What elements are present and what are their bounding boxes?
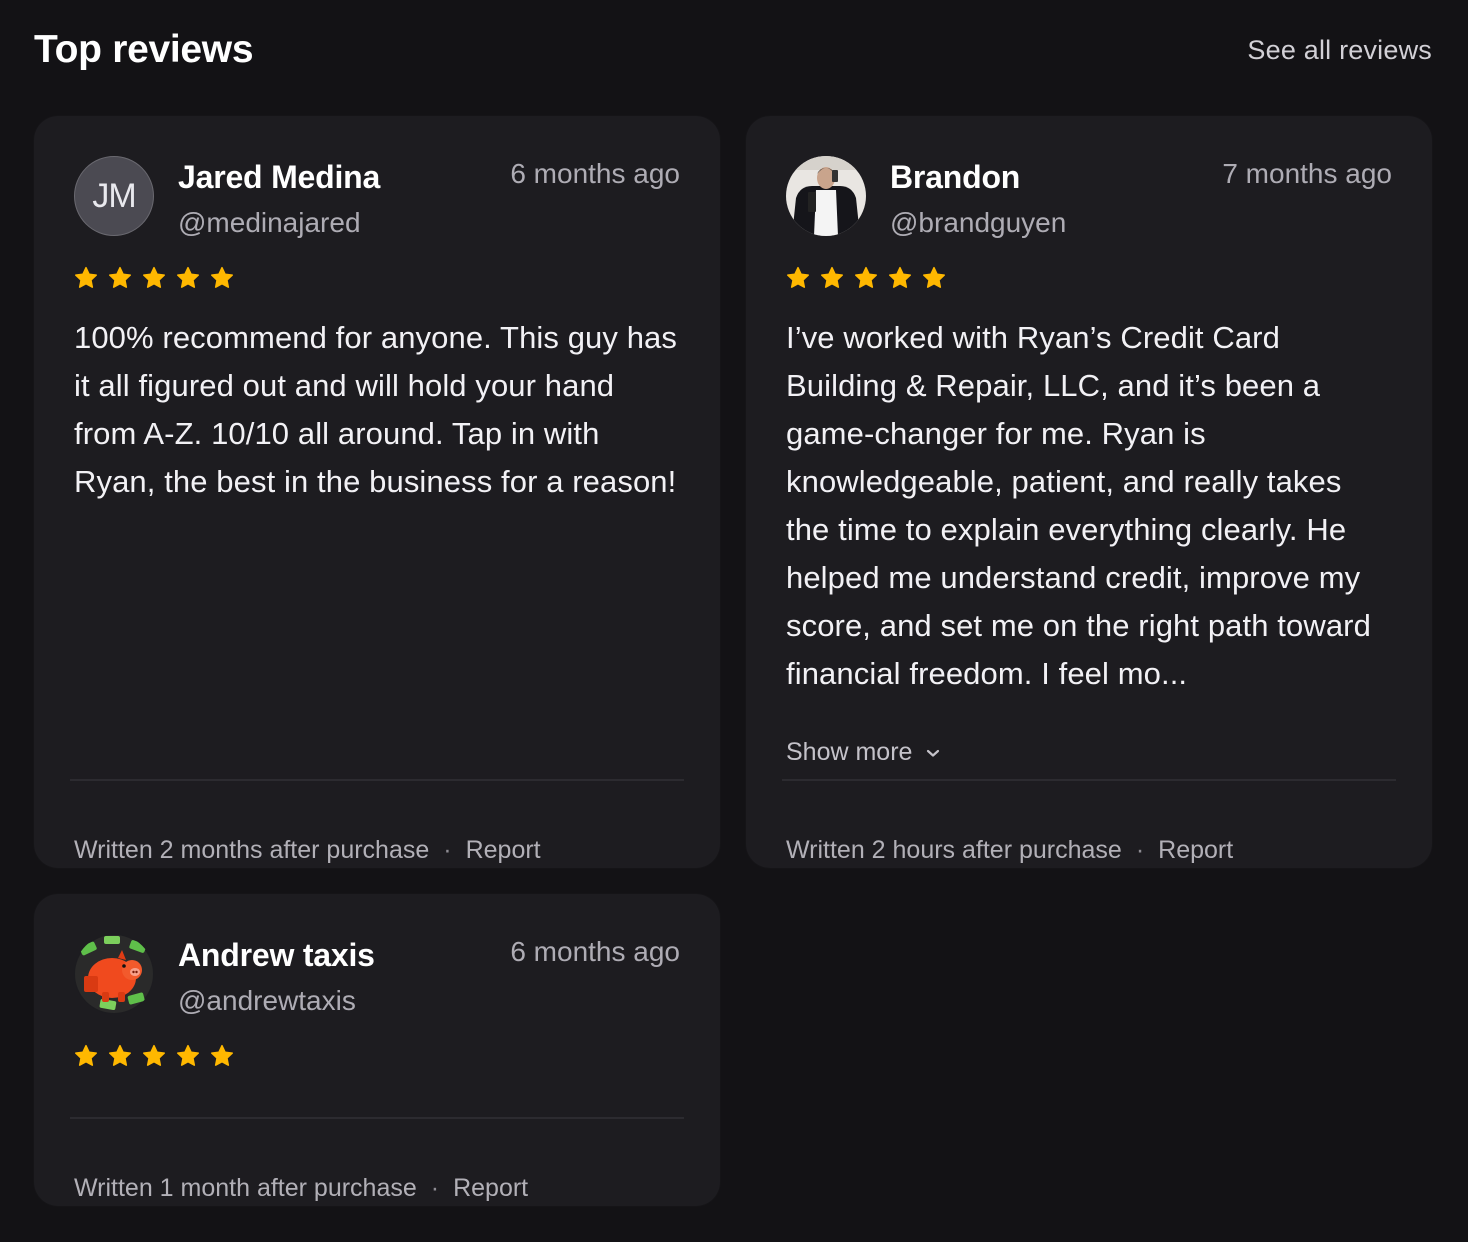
- reviewer-handle: @brandguyen: [890, 207, 1067, 238]
- review-time: 6 months ago: [510, 936, 680, 967]
- section-title: Top reviews: [34, 28, 254, 71]
- star-rating: [74, 266, 234, 290]
- report-link[interactable]: Report: [1158, 836, 1233, 865]
- separator-dot: ·: [1135, 836, 1145, 864]
- star-rating: [786, 266, 946, 290]
- separator-dot: ·: [443, 836, 452, 864]
- show-more-label: Show more: [786, 738, 913, 766]
- divider: [70, 1117, 684, 1119]
- star-icon: [210, 266, 234, 290]
- star-icon: [108, 1044, 132, 1068]
- review-text: I’ve worked with Ryan’s Credit Card Buil…: [786, 320, 1371, 691]
- review-footer: Written 2 months after purchase · Report: [74, 836, 541, 865]
- star-icon: [142, 266, 166, 290]
- star-icon: [176, 1044, 200, 1068]
- piggy-bank-icon: [74, 934, 154, 1014]
- star-icon: [854, 266, 878, 290]
- chevron-down-icon: [927, 749, 940, 757]
- star-icon: [176, 266, 200, 290]
- star-icon: [888, 266, 912, 290]
- report-link[interactable]: Report: [453, 1174, 528, 1203]
- review-card: Brandon @brandguyen 7 months ago I’ve wo…: [746, 116, 1432, 868]
- reviewer-handle: @medinajared: [178, 207, 361, 238]
- star-rating: [74, 1044, 234, 1068]
- reviewer-name: Andrew taxis: [178, 937, 375, 973]
- review-text: 100% recommend for anyone. This guy has …: [74, 320, 677, 499]
- review-footer: Written 2 hours after purchase · Report: [786, 836, 1233, 865]
- review-time: 6 months ago: [510, 158, 680, 189]
- avatar: [74, 934, 154, 1014]
- star-icon: [922, 266, 946, 290]
- star-icon: [786, 266, 810, 290]
- star-icon: [142, 1044, 166, 1068]
- avatar: [786, 156, 866, 236]
- separator-dot: ·: [430, 1174, 440, 1202]
- reviews-header: Top reviews See all reviews: [34, 22, 1432, 78]
- star-icon: [74, 1044, 98, 1068]
- review-footer: Written 1 month after purchase · Report: [74, 1174, 528, 1203]
- review-card: JM Jared Medina @medinajared 6 months ag…: [34, 116, 720, 868]
- purchase-timing: Written 2 months after purchase: [74, 836, 430, 864]
- star-icon: [820, 266, 844, 290]
- star-icon: [210, 1044, 234, 1068]
- divider: [70, 779, 684, 781]
- star-icon: [74, 266, 98, 290]
- see-all-reviews-link[interactable]: See all reviews: [1247, 35, 1432, 66]
- reviewer-name: Brandon: [890, 159, 1021, 195]
- reviewer-name: Jared Medina: [178, 159, 381, 195]
- divider: [782, 779, 1396, 781]
- purchase-timing: Written 2 hours after purchase: [786, 836, 1122, 864]
- review-time: 7 months ago: [1222, 158, 1392, 189]
- purchase-timing: Written 1 month after purchase: [74, 1174, 417, 1202]
- review-card: Andrew taxis @andrewtaxis 6 months ago W…: [34, 894, 720, 1206]
- star-icon: [108, 266, 132, 290]
- show-more-button[interactable]: Show more: [786, 738, 940, 767]
- report-link[interactable]: Report: [466, 836, 541, 865]
- reviewer-handle: @andrewtaxis: [178, 985, 356, 1016]
- avatar: JM: [74, 156, 154, 236]
- user-photo-icon: [786, 156, 866, 236]
